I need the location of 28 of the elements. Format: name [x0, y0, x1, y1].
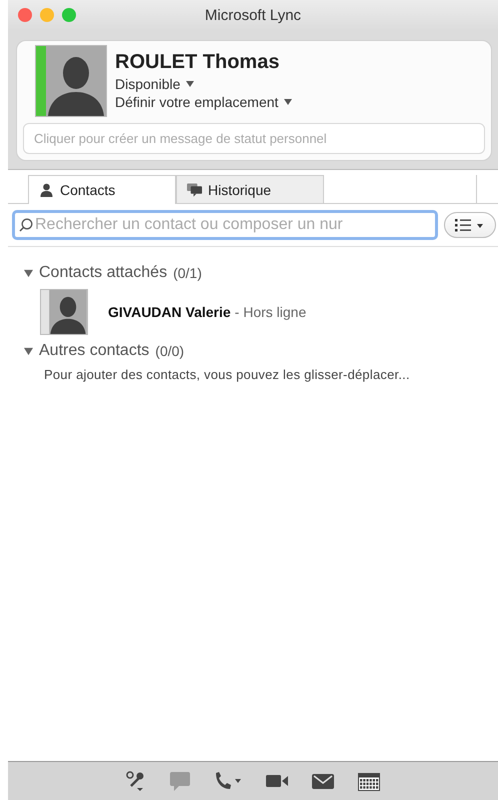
user-name: ROULET Thomas [115, 51, 280, 74]
location-dropdown[interactable]: Définir votre emplacement [115, 94, 292, 110]
list-view-icon [455, 218, 485, 232]
avatar-silhouette-icon [49, 290, 87, 334]
view-options-button[interactable] [444, 212, 496, 238]
window-title: Microsoft Lync [204, 6, 302, 24]
call-button[interactable] [213, 770, 243, 792]
person-icon [39, 183, 54, 197]
search-icon [19, 218, 33, 232]
group-title[interactable]: Contacts attachés [39, 264, 168, 282]
contact-status: - Hors ligne [234, 304, 306, 320]
status-message-field[interactable]: Cliquer pour créer un message de statut personnel [23, 123, 485, 154]
search-field[interactable]: Rechercher un contact ou composer un nur [12, 210, 438, 240]
calendar-button[interactable] [357, 770, 381, 792]
tab[interactable]: Contacts [28, 175, 176, 204]
tab[interactable]: Historique [176, 175, 324, 203]
group-count: (0/0) [155, 343, 184, 359]
caret-icon [186, 81, 194, 87]
group-note: Pour ajouter des contacts, vous pouvez les glisser-déplacer... [43, 366, 411, 382]
group-count: (0/1) [173, 265, 202, 281]
contact-name[interactable]: GIVAUDAN Valerie [108, 304, 231, 320]
chat-bubbles-icon [187, 182, 202, 196]
disclosure-triangle-icon[interactable] [24, 268, 33, 278]
group-title[interactable]: Autres contacts [39, 342, 150, 360]
disclosure-triangle-icon[interactable] [24, 346, 33, 356]
status-dropdown[interactable]: Disponible [115, 76, 194, 92]
caret-icon [284, 99, 292, 105]
avatar-silhouette-icon [46, 46, 106, 116]
